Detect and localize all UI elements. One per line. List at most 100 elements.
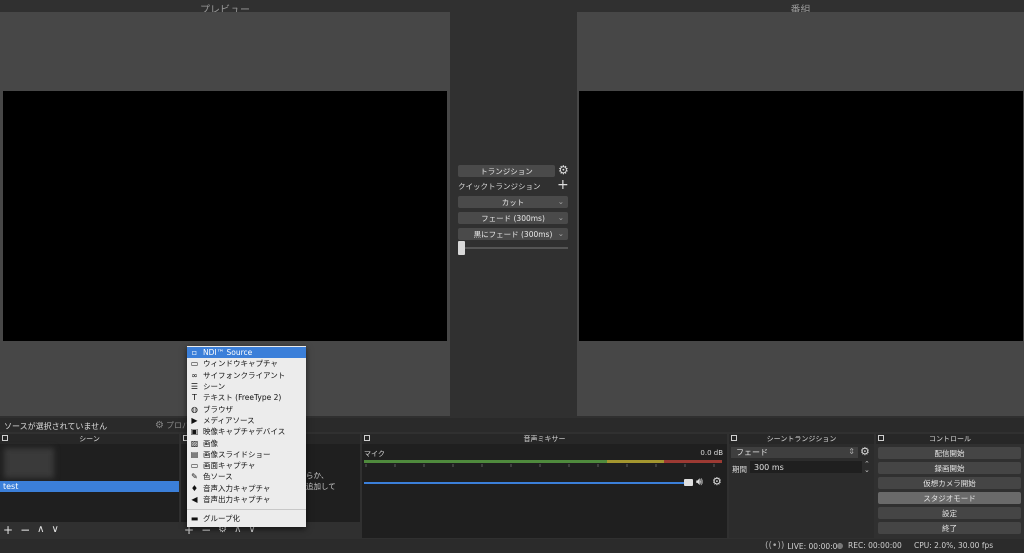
mixer-settings-gear-icon[interactable]: ⚙ (712, 475, 722, 488)
menu-item-label: 映像キャプチャデバイス (203, 427, 286, 437)
remove-scene-minus-icon[interactable]: − (20, 524, 30, 536)
chevron-down-icon: ⌄ (557, 197, 564, 206)
window-icon: ▭ (190, 359, 199, 369)
source-toolbar (0, 418, 1024, 432)
speaker-mute-icon[interactable]: 🔊︎ (696, 475, 703, 489)
sources-hint-fragment: らか、 (306, 471, 329, 480)
settings-button[interactable]: 設定 (878, 507, 1021, 519)
menu-item[interactable]: ◍ ブラウザ (187, 403, 306, 414)
updown-arrows-icon: ⇕ (848, 447, 855, 456)
transition-slider-handle[interactable] (458, 241, 465, 255)
scene-transitions-title: シーントランジション (766, 435, 837, 443)
syphon-icon: ∞ (191, 370, 198, 380)
menu-item-label: 画像スライドショー (203, 449, 271, 459)
menu-item-label: 画像 (203, 438, 218, 448)
scene-transitions-dock: シーントランジション フェード ⇕ ⚙ 期間 300 ms ⌃ ⌄ (729, 434, 874, 538)
live-time: LIVE: 00:00:00 (787, 541, 843, 551)
controls-title: コントロール (929, 435, 971, 443)
gear-icon: ⚙ (155, 419, 164, 431)
start-virtual-camera-button[interactable]: 仮想カメラ開始 (878, 477, 1021, 489)
mixer-body: マイク 0.0 dB 🔊︎ ⚙ (362, 444, 727, 538)
brush-icon: ✎ (191, 472, 198, 482)
add-source-menu-items: ▫ NDI™ Source ▭ ウィンドウキャプチャ ∞ サイフォンクライアント ☰ シーン T… (187, 347, 306, 505)
dock-float-icon[interactable] (364, 435, 370, 441)
menu-item-label: メディアソース (203, 415, 255, 425)
menu-item-group-label: グループ化 (203, 514, 241, 524)
camera-icon: ▣ (190, 427, 199, 437)
add-scene-plus-icon[interactable]: + (3, 524, 13, 536)
scene-transitions-header: シーントランジション (729, 434, 874, 444)
move-scene-up-icon[interactable]: ∧ (37, 524, 44, 536)
studio-mode-button[interactable]: スタジオモード (878, 492, 1021, 504)
file-icon: ▫ (191, 348, 198, 358)
menu-item[interactable]: T テキスト (FreeType 2) (187, 392, 306, 403)
quick-transition-fade-black[interactable]: 黒にフェード (300ms) ⌄ (458, 228, 568, 240)
mixer-level-readout: 0.0 dB (700, 449, 723, 457)
quick-transition-fade-label: フェード (300ms) (481, 213, 545, 223)
duration-stepper[interactable]: ⌃ ⌄ (864, 461, 870, 474)
volume-slider-track[interactable] (364, 482, 686, 484)
list-icon: ☰ (190, 382, 199, 392)
transition-button[interactable]: トランジション (458, 165, 555, 177)
volume-slider-handle[interactable] (684, 479, 693, 486)
text-icon: T (192, 393, 197, 403)
blurred-scene-thumbnail (4, 448, 54, 478)
broadcast-icon: ((•)) (765, 541, 785, 551)
play-icon: ▶ (191, 415, 198, 425)
menu-item-label: 音声出力キャプチャ (203, 495, 271, 504)
menu-item[interactable]: ▫ NDI™ Source (187, 347, 306, 359)
duration-input[interactable]: 300 ms (750, 461, 862, 473)
audio-mixer-dock: 音声ミキサー マイク 0.0 dB 🔊︎ ⚙ (362, 434, 727, 538)
scenes-title: シーン (79, 435, 100, 443)
menu-item[interactable]: ▨ 画像 (187, 437, 306, 448)
transition-select[interactable]: フェード ⇕ (731, 447, 858, 458)
start-recording-button[interactable]: 録画開始 (878, 462, 1021, 474)
dock-float-icon[interactable] (731, 435, 737, 441)
program-panel (577, 12, 1024, 416)
quick-transition-cut[interactable]: カット ⌄ (458, 196, 568, 208)
move-scene-down-icon[interactable]: ∨ (51, 524, 58, 536)
dock-float-icon[interactable] (2, 435, 8, 441)
menu-item[interactable]: ▤ 画像スライドショー (187, 449, 306, 460)
globe-icon: ◍ (191, 404, 198, 414)
chevron-down-icon: ⌄ (557, 229, 564, 238)
menu-item-group[interactable]: ▬ グループ化 (187, 513, 306, 524)
transition-settings-gear-icon[interactable]: ⚙ (860, 445, 870, 458)
menu-item[interactable]: ▣ 映像キャプチャデバイス (187, 426, 306, 437)
transition-select-value: フェード (736, 448, 768, 457)
properties-button[interactable]: ⚙ プロパ (155, 419, 190, 431)
no-source-selected-label: ソースが選択されていません (4, 422, 108, 431)
scenes-list[interactable]: test (0, 444, 179, 522)
menu-item[interactable]: ♦ 音声入力キャプチャ (187, 483, 306, 494)
scene-transitions-body: フェード ⇕ ⚙ 期間 300 ms ⌃ ⌄ (729, 444, 874, 538)
menu-item[interactable]: ∞ サイフォンクライアント (187, 370, 306, 381)
menu-item[interactable]: ▶ メディアソース (187, 415, 306, 426)
exit-button[interactable]: 終了 (878, 522, 1021, 534)
controls-dock: コントロール 配信開始 録画開始 仮想カメラ開始 スタジオモード 設定 終了 (876, 434, 1024, 538)
quick-transition-fade[interactable]: フェード (300ms) ⌄ (458, 212, 568, 224)
quick-transition-cut-label: カット (501, 197, 525, 207)
menu-item-label: ウィンドウキャプチャ (203, 359, 278, 369)
menu-item-label: 色ソース (203, 472, 233, 482)
menu-item[interactable]: ☰ シーン (187, 381, 306, 392)
menu-item[interactable]: ▭ 画面キャプチャ (187, 460, 306, 471)
menu-item[interactable]: ◀ 音声出力キャプチャ (187, 494, 306, 505)
menu-item-label: サイフォンクライアント (203, 370, 286, 380)
mixer-title: 音声ミキサー (523, 435, 566, 443)
dock-float-icon[interactable] (878, 435, 884, 441)
preview-canvas[interactable] (3, 91, 447, 341)
menu-item-label: 音声入力キャプチャ (203, 483, 271, 493)
scenes-dock-header: シーン (0, 434, 179, 444)
menu-item[interactable]: ▭ ウィンドウキャプチャ (187, 358, 306, 369)
transition-slider-track[interactable] (458, 247, 568, 249)
transition-settings-gear-icon[interactable]: ⚙ (558, 163, 569, 177)
duration-label: 期間 (732, 465, 747, 474)
folder-icon: ▬ (190, 514, 199, 524)
cpu-fps-status: CPU: 2.0%, 30.00 fps (914, 541, 994, 550)
scene-item[interactable]: test (0, 481, 179, 492)
rec-time: REC: 00:00:00 (848, 541, 902, 550)
menu-item[interactable]: ✎ 色ソース (187, 471, 306, 482)
mic-icon: ♦ (190, 483, 199, 493)
add-quick-transition-plus-icon[interactable]: + (557, 177, 569, 193)
start-streaming-button[interactable]: 配信開始 (878, 447, 1021, 459)
